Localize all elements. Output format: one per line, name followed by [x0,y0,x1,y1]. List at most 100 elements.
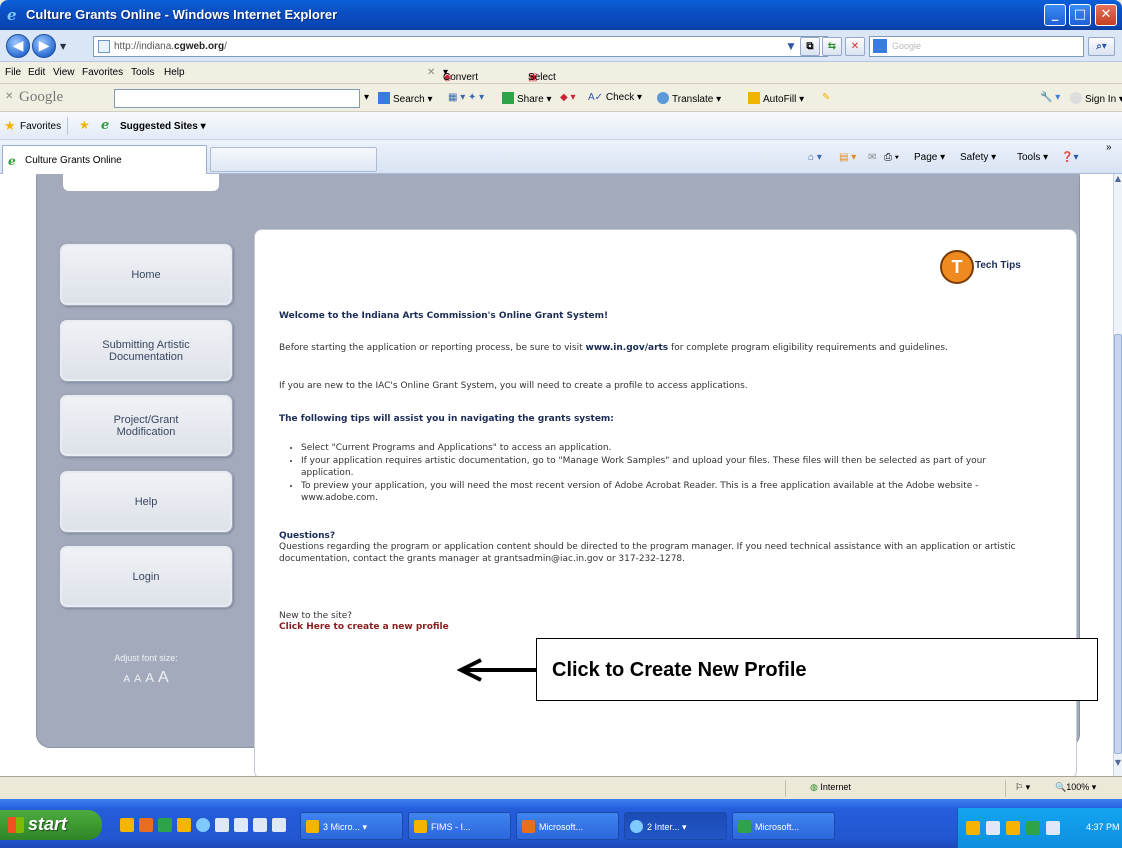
favorites-button[interactable]: Favorites [20,121,61,132]
check-button[interactable]: A✓ Check ▾ [588,92,642,103]
favorites-separator [67,117,68,135]
address-dropdown-icon[interactable]: ▼ [781,39,801,58]
menu-edit[interactable]: Edit [28,67,45,78]
quicklaunch-icon[interactable] [253,818,267,832]
font-size-xlarge[interactable]: A [158,669,169,686]
translate-button[interactable]: Translate ▾ [657,92,721,105]
print-icon[interactable]: ⎙ ▾ [884,152,899,163]
protected-mode-icon[interactable]: ⚐ ▾ [1015,782,1030,793]
stop-icon[interactable]: ✕ [845,37,865,56]
scroll-up-icon[interactable]: ▲ [1114,174,1122,194]
font-size-small[interactable]: A [123,674,130,685]
tray-icon[interactable] [966,821,980,835]
clock[interactable]: 4:37 PM [1086,822,1120,832]
zoom-control[interactable]: 🔍100% ▾ [1055,782,1096,793]
recent-pages-dropdown-icon[interactable]: ▼ [60,42,66,51]
taskbar-item[interactable]: 3 Micro... ▾ [300,812,403,840]
suggested-sites-icon: e [101,118,110,133]
tab-culture-grants[interactable]: e Culture Grants Online [2,145,207,174]
tech-tips-icon[interactable]: T [940,250,974,284]
arts-link[interactable]: www.in.gov/arts [586,343,669,353]
tray-icon[interactable] [1026,821,1040,835]
nav-project-grant-modification[interactable]: Project/Grant Modification [59,394,233,457]
quicklaunch-icon[interactable] [120,818,134,832]
quicklaunch-icon[interactable] [139,818,153,832]
google-dropdown-icon[interactable]: ▾ [364,92,369,103]
internet-explorer-icon[interactable] [196,818,210,832]
nav-submitting-artistic-documentation[interactable]: Submitting Artistic Documentation [59,319,233,382]
refresh-icon[interactable]: ⇆ [822,37,842,56]
tray-icon[interactable] [1006,821,1020,835]
list-item: Select "Current Programs and Application… [301,442,1039,454]
add-favorite-icon[interactable]: ★ [79,118,90,132]
home-icon[interactable]: ⌂ ▾ [808,152,822,163]
tray-icon[interactable] [986,821,1000,835]
google-search-button[interactable]: Search ▾ [378,92,433,105]
vertical-scrollbar[interactable]: ▲ ▼ [1113,174,1122,776]
font-size-large[interactable]: A [145,670,154,685]
page-menu[interactable]: Page ▾ [914,152,945,163]
nav-help[interactable]: Help [59,470,233,533]
sign-in-button[interactable]: Sign In ▾ [1070,92,1122,105]
minimize-button[interactable]: _ [1044,4,1066,26]
bookmark-icon[interactable]: ◆ ▾ [560,92,576,103]
quicklaunch-icon[interactable] [234,818,248,832]
close-button[interactable]: ✕ [1095,4,1117,26]
menu-file[interactable]: File [5,67,21,78]
address-domain: cgweb.org [174,41,225,52]
compatibility-view-icon[interactable]: ⧉ [800,37,820,56]
read-mail-icon[interactable]: ✉ [868,152,876,163]
address-input[interactable]: http://indiana.cgweb.org/ [93,36,828,57]
close-toolbar-icon[interactable]: ✕ [427,67,435,78]
taskbar-item[interactable]: 2 Inter... ▾ [624,812,727,840]
nav-home[interactable]: Home [59,243,233,306]
search-placeholder: Google [892,41,922,51]
tech-tips-link[interactable]: Tech Tips [975,260,1021,271]
quicklaunch-icon[interactable] [215,818,229,832]
menu-favorites[interactable]: Favorites [82,67,123,78]
tools-menu[interactable]: Tools ▾ [1017,152,1048,163]
back-button[interactable]: ◀ [6,34,30,58]
scroll-thumb[interactable] [1114,334,1122,754]
wrench-icon[interactable]: 🔧 ▾ [1040,92,1060,103]
highlighter-icon[interactable]: ✎ [822,92,830,103]
feeds-icon[interactable]: ▤ ▾ [839,152,856,163]
taskbar-item[interactable]: FIMS - I... [408,812,511,840]
volume-icon[interactable] [1046,821,1060,835]
app-icon [630,820,643,833]
system-tray: 4:37 PM [957,808,1122,848]
list-item: If your application requires artistic do… [301,455,1039,479]
quicklaunch-icon[interactable] [272,818,286,832]
search-icon[interactable]: ⌕▾ [1088,37,1115,56]
forward-button[interactable]: ▶ [32,34,56,58]
taskbar-item[interactable]: Microsoft... [732,812,835,840]
autofill-button[interactable]: AutoFill ▾ [748,92,804,105]
maximize-button[interactable]: □ [1069,4,1091,26]
start-button[interactable]: start [0,810,102,840]
google-search-input[interactable] [114,89,360,108]
create-profile-link[interactable]: Click Here to create a new profile [279,621,519,633]
folder-icon[interactable] [177,818,191,832]
spellcheck-icon: A✓ [588,92,604,103]
menu-tools[interactable]: Tools [131,67,154,78]
help-icon[interactable]: ❓▾ [1061,152,1078,163]
safety-menu[interactable]: Safety ▾ [960,152,996,163]
convert-button[interactable]: ◉ Convert ▾ [443,67,478,83]
search-input[interactable]: Google [869,36,1084,57]
menu-help[interactable]: Help [164,67,185,78]
quicklaunch-icon[interactable] [158,818,172,832]
toolbar-overflow-icon[interactable]: » [1106,142,1112,153]
nav-login[interactable]: Login [59,545,233,608]
address-toolbar: ◀ ▶ ▼ http://indiana.cgweb.org/ ▼ ⧉ ⇆ ✕ … [0,30,1122,62]
font-size-medium[interactable]: A [134,673,141,685]
share-icon [502,92,514,104]
close-google-toolbar-icon[interactable]: ✕ [5,91,13,102]
suggested-sites-button[interactable]: Suggested Sites ▾ [120,121,206,132]
share-button[interactable]: Share ▾ [502,92,552,105]
toolbar-extras-icon[interactable]: ▦ ▾ ✦ ▾ [448,92,484,103]
search-provider-icon [873,39,887,53]
new-tab-button[interactable] [210,147,377,172]
menu-view[interactable]: View [53,67,75,78]
taskbar-item[interactable]: Microsoft... [516,812,619,840]
scroll-down-icon[interactable]: ▼ [1114,758,1122,774]
